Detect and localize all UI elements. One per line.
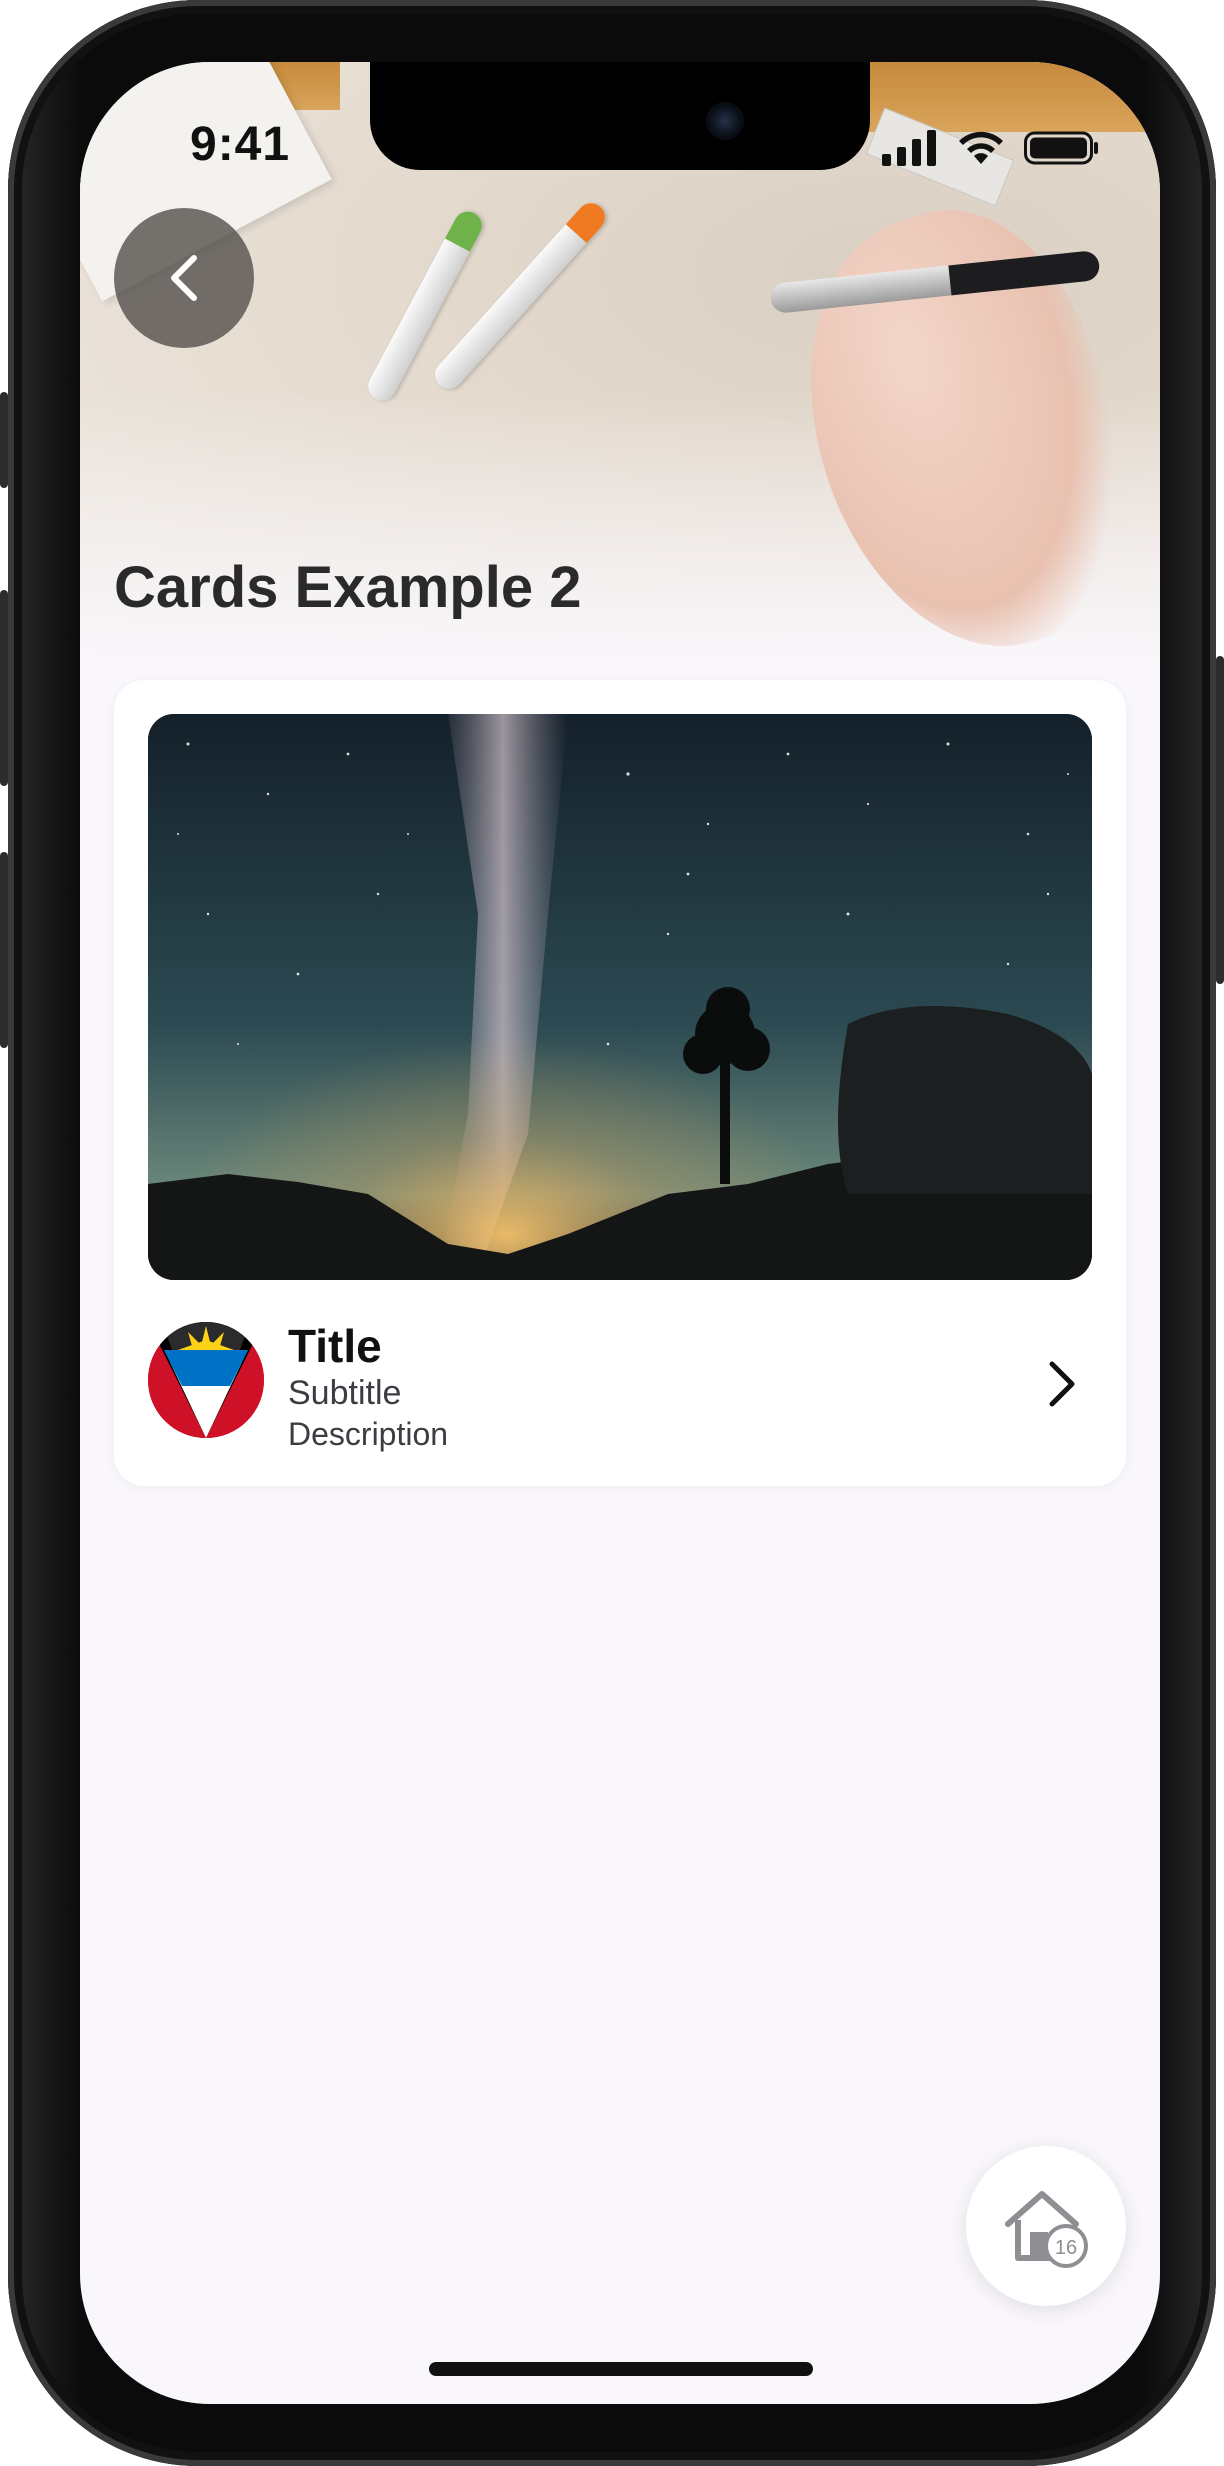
header-image-hand (759, 177, 1160, 687)
side-button-volume-down (0, 852, 8, 1048)
phone-frame: 9:41 Cards Example 2 Title Subtitle Desc… (0, 0, 1224, 2466)
side-button-power (1216, 656, 1224, 984)
home-fab-button[interactable]: 16 (966, 2146, 1126, 2306)
card-text: Title Subtitle Description (288, 1320, 448, 1454)
back-button[interactable] (114, 208, 254, 348)
side-button-silent (0, 392, 8, 488)
cellular-signal-icon (882, 130, 936, 166)
card-image (148, 714, 1092, 1280)
card-description: Description (288, 1416, 449, 1452)
antigua-flag-icon (148, 1322, 264, 1438)
screen: 9:41 Cards Example 2 Title Subtitle Desc… (80, 62, 1160, 2404)
home-icon: 16 (1005, 2191, 1088, 2268)
chevron-right-icon[interactable] (1042, 1354, 1082, 1414)
home-indicator[interactable] (429, 2362, 813, 2376)
chevron-left-icon (171, 255, 197, 301)
wifi-icon (959, 131, 1003, 164)
page-title: Cards Example 2 (114, 555, 582, 620)
header-image-marker-green (363, 206, 487, 406)
card-row[interactable]: Title Subtitle Description (148, 1320, 1092, 1452)
front-camera (706, 102, 744, 140)
home-badge-count: 16 (1055, 2237, 1077, 2259)
notch (370, 62, 870, 170)
card-title: Title (288, 1320, 382, 1372)
milky-way-photo (148, 714, 1092, 1280)
status-time: 9:41 (190, 118, 291, 171)
side-button-volume-up (0, 590, 8, 786)
card[interactable]: Title Subtitle Description (114, 680, 1126, 1486)
battery-icon (1024, 131, 1098, 165)
status-icons (882, 128, 1100, 168)
card-subtitle: Subtitle (288, 1374, 402, 1412)
flag-avatar (148, 1322, 264, 1438)
